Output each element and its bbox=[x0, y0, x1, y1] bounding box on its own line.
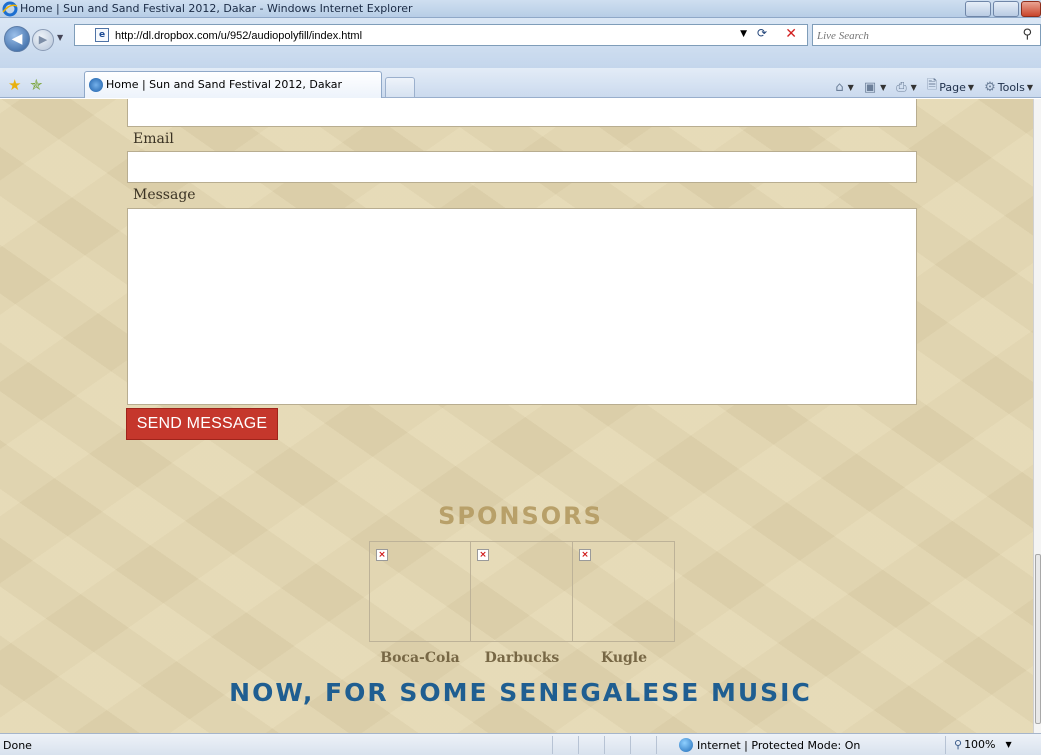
zoom-control[interactable]: ⚲ 100% ▼ bbox=[954, 738, 1012, 751]
forward-button[interactable]: ▶ bbox=[32, 29, 54, 51]
broken-image-icon: × bbox=[376, 549, 388, 561]
title-bar: Home | Sun and Sand Festival 2012, Dakar… bbox=[0, 0, 1041, 18]
sponsor-logos: × × × bbox=[369, 541, 675, 642]
ie-tab-icon bbox=[89, 78, 103, 92]
url-dropdown-button[interactable]: ▼ bbox=[740, 29, 747, 39]
security-zone[interactable]: Internet | Protected Mode: On bbox=[679, 738, 860, 752]
window-title: Home | Sun and Sand Festival 2012, Dakar… bbox=[20, 2, 413, 15]
window-controls bbox=[963, 0, 1041, 18]
send-message-button[interactable]: SEND MESSAGE bbox=[126, 408, 278, 440]
zoom-dropdown-icon: ▼ bbox=[1005, 740, 1012, 749]
search-input[interactable] bbox=[817, 27, 1007, 44]
search-icon[interactable]: ⚲ bbox=[1022, 27, 1032, 42]
page-viewport: Email Message SEND MESSAGE SPONSORS × × … bbox=[0, 99, 1033, 733]
tab-label: Home | Sun and Sand Festival 2012, Dakar bbox=[106, 78, 343, 91]
print-icon: ⎙ bbox=[896, 79, 907, 95]
command-bar: ⌂ ▼ ▣ ▼ ⎙ ▼ 🗎 Page ▼ ⚙ Tools ▼ bbox=[825, 76, 1041, 98]
sponsor-name: Darbucks bbox=[484, 650, 560, 666]
tools-gear-icon: ⚙ bbox=[984, 79, 996, 95]
vertical-scrollbar[interactable] bbox=[1033, 99, 1041, 733]
feeds-icon: ▣ bbox=[863, 79, 877, 95]
stop-icon[interactable]: ✕ bbox=[785, 26, 797, 42]
page-menu[interactable]: 🗎 Page ▼ bbox=[927, 76, 974, 98]
scrollbar-thumb[interactable] bbox=[1035, 554, 1041, 724]
ie-logo-icon bbox=[2, 1, 18, 17]
address-toolbar: ◀ ▶ ▼ e ▼ ⟳ ✕ ⚲ bbox=[0, 18, 1041, 68]
favorites-star-icon[interactable]: ★ bbox=[8, 76, 21, 94]
email-field[interactable] bbox=[127, 151, 917, 183]
status-text: Done bbox=[3, 739, 32, 752]
email-label: Email bbox=[133, 131, 174, 147]
sponsor-names: Boca-Cola Darbucks Kugle bbox=[369, 650, 675, 666]
back-button[interactable]: ◀ bbox=[4, 26, 30, 52]
globe-icon bbox=[679, 738, 693, 752]
search-box: ⚲ bbox=[812, 24, 1041, 46]
address-box: e ▼ ⟳ ✕ bbox=[74, 24, 808, 46]
refresh-icon[interactable]: ⟳ bbox=[753, 26, 771, 44]
url-input[interactable] bbox=[115, 27, 755, 44]
forward-arrow-icon: ▶ bbox=[38, 33, 48, 46]
restore-button[interactable] bbox=[993, 1, 1019, 17]
page-icon: e bbox=[95, 28, 109, 42]
sponsor-name: Boca-Cola bbox=[380, 650, 460, 666]
zoom-level: 100% bbox=[964, 738, 996, 751]
tools-menu[interactable]: ⚙ Tools ▼ bbox=[984, 80, 1033, 95]
broken-image-icon: × bbox=[579, 549, 591, 561]
magnifier-icon: ⚲ bbox=[954, 738, 963, 751]
minimize-button[interactable] bbox=[965, 1, 991, 17]
message-label: Message bbox=[133, 187, 196, 203]
sponsor-logo[interactable]: × bbox=[471, 541, 573, 642]
page-menu-icon: 🗎 bbox=[926, 78, 938, 93]
feeds-button[interactable]: ▣ ▼ bbox=[864, 80, 886, 95]
name-field[interactable] bbox=[127, 99, 917, 127]
history-dropdown-button[interactable]: ▼ bbox=[57, 33, 63, 42]
tab-bar: ★ ✯ Home | Sun and Sand Festival 2012, D… bbox=[0, 68, 1041, 98]
sponsor-logo[interactable]: × bbox=[369, 541, 471, 642]
sponsor-logo[interactable]: × bbox=[573, 541, 675, 642]
home-icon: ⌂ bbox=[835, 79, 844, 95]
tab-home[interactable]: Home | Sun and Sand Festival 2012, Dakar bbox=[84, 71, 382, 98]
broken-image-icon: × bbox=[477, 549, 489, 561]
home-button[interactable]: ⌂ ▼ bbox=[835, 80, 853, 95]
new-tab-button[interactable] bbox=[385, 77, 415, 98]
zone-label: Internet | Protected Mode: On bbox=[697, 738, 861, 752]
sponsors-heading: SPONSORS bbox=[438, 502, 603, 530]
close-window-button[interactable] bbox=[1021, 1, 1041, 17]
status-bar: Done Internet | Protected Mode: On ⚲ 100… bbox=[0, 733, 1041, 755]
sponsor-name: Kugle bbox=[600, 650, 648, 666]
add-favorites-icon[interactable]: ✯ bbox=[30, 76, 43, 94]
message-field[interactable] bbox=[127, 208, 917, 405]
back-arrow-icon: ◀ bbox=[11, 31, 23, 47]
print-button[interactable]: ⎙ ▼ bbox=[896, 80, 917, 95]
music-heading: NOW, FOR SOME SENEGALESE MUSIC bbox=[229, 678, 812, 707]
